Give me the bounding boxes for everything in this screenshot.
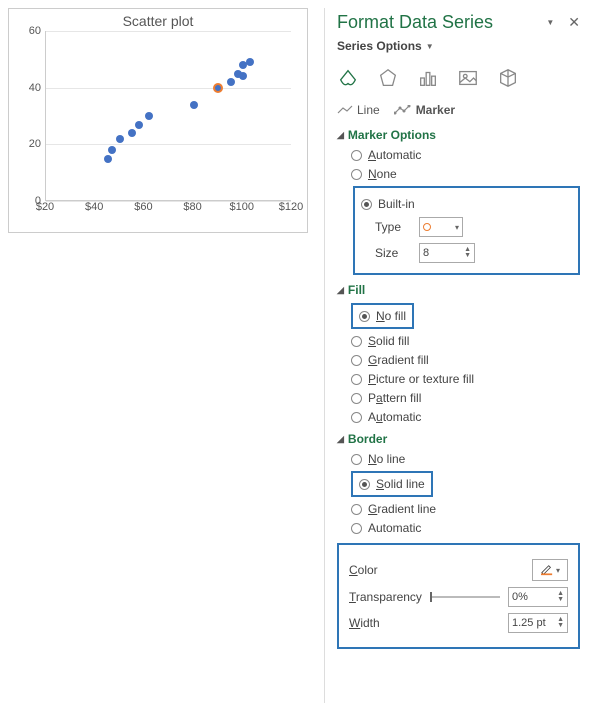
radio-icon — [359, 311, 370, 322]
size-label: Size — [375, 246, 411, 260]
radio-icon — [359, 479, 370, 490]
tab-marker[interactable]: Marker — [394, 101, 455, 119]
chevron-down-icon: ▾ — [455, 223, 459, 232]
radio-icon — [351, 412, 362, 423]
line-marker-tabs: Line Marker — [337, 101, 580, 120]
radio-automatic[interactable]: Automatic — [351, 148, 580, 162]
y-tick-label: 40 — [29, 82, 41, 94]
effects-icon[interactable] — [377, 67, 399, 89]
x-tick-label: $80 — [183, 201, 201, 213]
type-label: Type — [375, 220, 411, 234]
panel-title: Format Data Series — [337, 12, 493, 33]
border-header[interactable]: ◢ Border — [337, 432, 580, 446]
radio-icon — [351, 454, 362, 465]
spinner-arrows-icon: ▲▼ — [557, 591, 564, 603]
format-data-series-panel: Format Data Series ▼ ✕ Series Options ▼ … — [324, 8, 588, 703]
radio-gradient-line[interactable]: Gradient line — [351, 502, 580, 516]
radio-icon — [351, 523, 362, 534]
collapse-icon: ◢ — [337, 285, 344, 296]
3d-icon[interactable] — [497, 67, 519, 89]
marker-options-header[interactable]: ◢ Marker Options — [337, 128, 580, 142]
fill-line-icon[interactable] — [337, 67, 359, 89]
color-label: Color — [349, 563, 378, 577]
width-label: Width — [349, 616, 380, 630]
marker-type-dropdown[interactable]: ▾ — [419, 217, 463, 237]
data-point[interactable] — [239, 72, 247, 80]
spinner-arrows-icon: ▲▼ — [464, 247, 471, 259]
width-input[interactable]: 1.25 pt ▲▼ — [508, 613, 568, 633]
transparency-slider[interactable] — [430, 596, 500, 598]
builtin-highlight-box: Built-in Type ▾ Size 8 ▲▼ — [353, 186, 580, 275]
data-point[interactable] — [128, 129, 136, 137]
chart-area[interactable]: 0204060 $20$40$60$80$100$120 — [19, 31, 297, 219]
data-point[interactable] — [145, 112, 153, 120]
data-point-selected[interactable] — [213, 83, 223, 93]
data-point[interactable] — [246, 58, 254, 66]
chart-panel: Scatter plot 0204060 $20$40$60$80$100$12… — [8, 8, 308, 233]
fill-header[interactable]: ◢ Fill — [337, 283, 580, 297]
transparency-input[interactable]: 0% ▲▼ — [508, 587, 568, 607]
collapse-icon: ◢ — [337, 434, 344, 445]
marker-sample-icon — [423, 223, 431, 231]
radio-builtin[interactable]: Built-in — [361, 197, 572, 211]
data-point[interactable] — [104, 155, 112, 163]
marker-size-spinner[interactable]: 8 ▲▼ — [419, 243, 475, 263]
format-category-icons — [337, 67, 580, 89]
data-point[interactable] — [227, 78, 235, 86]
collapse-icon: ◢ — [337, 130, 344, 141]
chevron-down-icon: ▼ — [426, 42, 434, 51]
radio-no-fill[interactable]: No fill — [359, 309, 406, 323]
radio-picture-fill[interactable]: Picture or texture fill — [351, 372, 580, 386]
radio-no-line[interactable]: No line — [351, 452, 580, 466]
y-tick-label: 20 — [29, 138, 41, 150]
radio-icon — [351, 355, 362, 366]
radio-pattern-fill[interactable]: Pattern fill — [351, 391, 580, 405]
radio-icon — [351, 374, 362, 385]
radio-border-automatic[interactable]: Automatic — [351, 521, 580, 535]
radio-none[interactable]: None — [351, 167, 580, 181]
x-tick-label: $60 — [134, 201, 152, 213]
radio-gradient-fill[interactable]: Gradient fill — [351, 353, 580, 367]
data-point[interactable] — [116, 135, 124, 143]
x-tick-label: $100 — [230, 201, 254, 213]
border-properties-box: Color ▾ Transparency 0% ▲▼ Width 1.25 pt… — [337, 543, 580, 649]
chart-title: Scatter plot — [9, 9, 307, 31]
x-tick-label: $20 — [36, 201, 54, 213]
y-axis: 0204060 — [19, 31, 45, 201]
picture-icon[interactable] — [457, 67, 479, 89]
series-options-dropdown[interactable]: Series Options ▼ — [337, 39, 580, 53]
radio-icon — [351, 169, 362, 180]
radio-solid-line[interactable]: Solid line — [359, 477, 425, 491]
data-point[interactable] — [108, 146, 116, 154]
radio-icon — [351, 504, 362, 515]
radio-icon — [361, 199, 372, 210]
pen-icon — [540, 564, 554, 576]
close-icon[interactable]: ✕ — [568, 14, 580, 31]
radio-solid-fill[interactable]: Solid fill — [351, 334, 580, 348]
plot-area[interactable] — [45, 31, 291, 201]
radio-icon — [351, 150, 362, 161]
radio-icon — [351, 393, 362, 404]
no-fill-highlight-box: No fill — [351, 303, 414, 329]
solid-line-highlight-box: Solid line — [351, 471, 433, 497]
x-axis: $20$40$60$80$100$120 — [45, 201, 297, 219]
x-tick-label: $120 — [279, 201, 303, 213]
panel-dropdown-icon[interactable]: ▼ — [546, 18, 554, 27]
series-options-icon[interactable] — [417, 67, 439, 89]
color-picker-button[interactable]: ▾ — [532, 559, 568, 581]
radio-icon — [351, 336, 362, 347]
chevron-down-icon: ▾ — [556, 566, 560, 575]
data-point[interactable] — [190, 101, 198, 109]
x-tick-label: $40 — [85, 201, 103, 213]
transparency-label: Transparency — [349, 590, 422, 604]
radio-fill-automatic[interactable]: Automatic — [351, 410, 580, 424]
tab-line[interactable]: Line — [337, 101, 380, 119]
data-point[interactable] — [135, 121, 143, 129]
spinner-arrows-icon: ▲▼ — [557, 617, 564, 629]
y-tick-label: 60 — [29, 25, 41, 37]
